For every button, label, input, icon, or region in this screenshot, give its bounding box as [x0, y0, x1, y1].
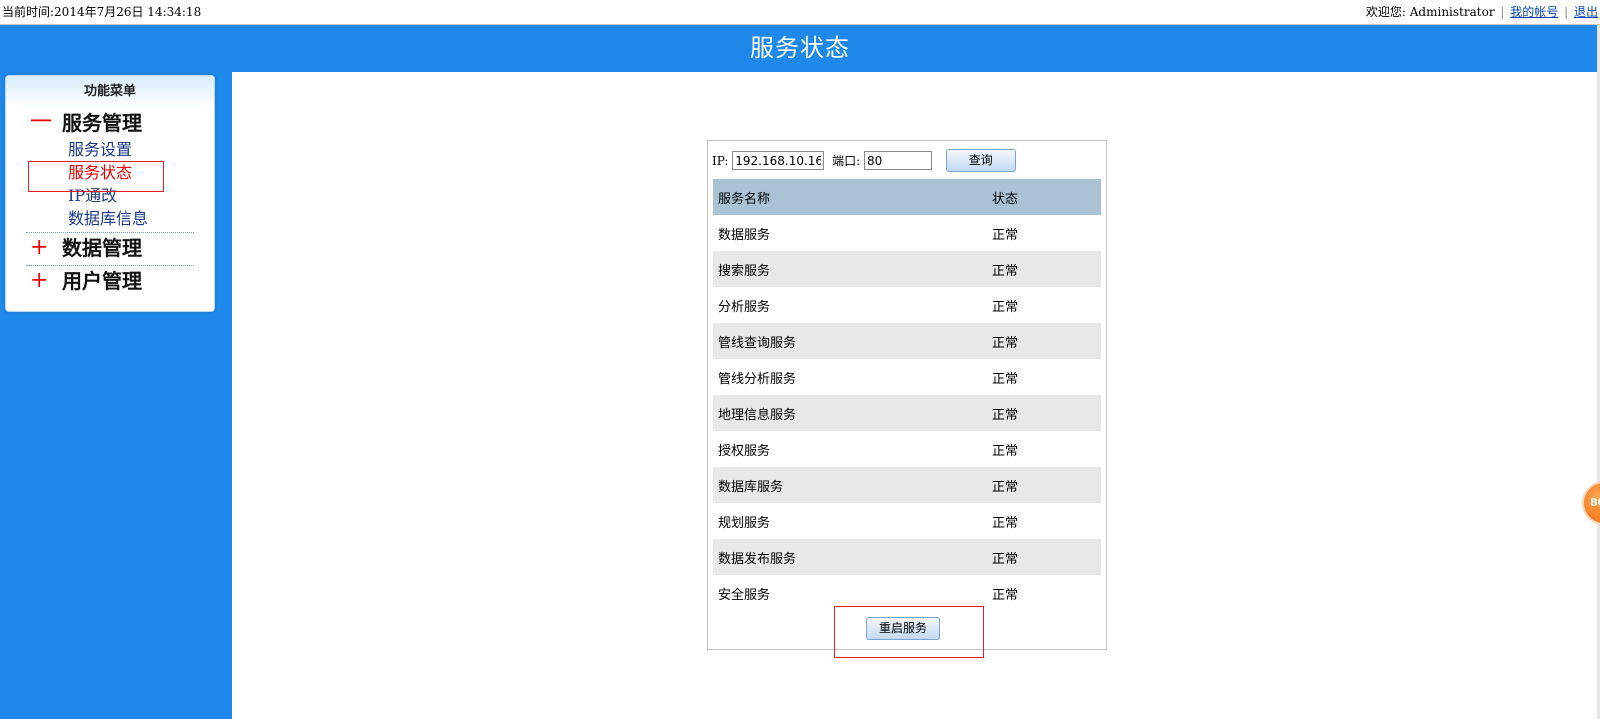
table-row: 管线分析服务 正常 [713, 359, 1101, 395]
service-name-cell: 管线查询服务 [713, 323, 987, 359]
current-time-label: 当前时间: [2, 5, 55, 19]
service-name-cell: 授权服务 [718, 443, 771, 459]
service-name-cell: 地理信息服务 [713, 395, 987, 431]
service-status-panel: IP: 端口: 查询 服务名称 状态 数据服务正常搜索服务正常分析服务正常管线查… [707, 140, 1107, 658]
function-menu: 功能菜单 一 服务管理 服务设置 服务状态 IP通改 数据库信息 + 数据管理 … [5, 75, 215, 312]
table-row: 数据服务 正常 [713, 215, 1101, 251]
service-status-cell: 正常 [992, 371, 1019, 387]
service-status-cell: 正常 [992, 443, 1019, 459]
table-row: 数据库服务 正常 [713, 467, 1101, 503]
service-status-cell: 正常 [987, 251, 1101, 287]
table-row: 管线查询服务 正常 [713, 323, 1101, 359]
menu-group-label: 服务管理 [62, 111, 142, 135]
query-button[interactable]: 查询 [945, 149, 1016, 172]
service-status-cell: 正常 [992, 515, 1019, 531]
table-row: 搜索服务 正常 [713, 251, 1101, 287]
service-name-cell: 数据发布服务 [713, 539, 987, 575]
menu-item-database-info[interactable]: 数据库信息 [6, 207, 214, 230]
menu-group-label: 数据管理 [62, 236, 142, 260]
separator: | [1500, 5, 1505, 19]
query-bar: IP: 端口: 查询 [712, 149, 1102, 173]
top-info-bar: 当前时间:2014年7月26日 14:34:18 欢迎您: Administra… [0, 0, 1600, 25]
restart-area: 重启服务 [834, 606, 984, 658]
my-account-link[interactable]: 我的帐号 [1510, 5, 1558, 19]
collapse-icon: 一 [30, 110, 53, 135]
service-name-cell: 搜索服务 [713, 251, 987, 287]
service-status-cell: 正常 [987, 395, 1101, 431]
username: Administrator [1409, 5, 1495, 19]
table-row: 授权服务 正常 [713, 431, 1101, 467]
expand-icon: + [30, 268, 49, 293]
service-name-cell: 管线分析服务 [718, 371, 797, 387]
sidebar: 功能菜单 一 服务管理 服务设置 服务状态 IP通改 数据库信息 + 数据管理 … [0, 72, 232, 719]
menu-item-service-settings[interactable]: 服务设置 [6, 138, 214, 161]
service-name-cell: 数据服务 [718, 227, 771, 243]
current-time-value: 2014年7月26日 14:34:18 [54, 5, 202, 19]
column-header-service-name: 服务名称 [713, 179, 987, 215]
menu-group-service-management[interactable]: 一 服务管理 [6, 108, 214, 138]
menu-group-data-management[interactable]: + 数据管理 [6, 233, 214, 263]
service-status-cell: 正常 [992, 587, 1019, 603]
menu-title: 功能菜单 [6, 76, 214, 108]
welcome-label: 欢迎您: [1365, 5, 1406, 19]
service-status-cell: 正常 [987, 539, 1101, 575]
menu-item-ip-change[interactable]: IP通改 [6, 184, 214, 207]
menu-group-items: 服务设置 服务状态 IP通改 数据库信息 [6, 138, 214, 230]
menu-group-user-management[interactable]: + 用户管理 [6, 266, 214, 296]
table-row: 数据发布服务 正常 [713, 539, 1101, 575]
page: 当前时间:2014年7月26日 14:34:18 欢迎您: Administra… [0, 0, 1600, 719]
service-status-cell: 正常 [987, 467, 1101, 503]
service-name-cell: 规划服务 [718, 515, 771, 531]
page-title: 服务状态 [750, 34, 850, 62]
table-row: 地理信息服务 正常 [713, 395, 1101, 431]
menu-group-label: 用户管理 [62, 269, 142, 293]
page-title-banner: 服务状态 [0, 25, 1600, 72]
service-status-cell: 正常 [987, 323, 1101, 359]
ip-input[interactable] [732, 151, 825, 170]
current-time: 当前时间:2014年7月26日 14:34:18 [2, 0, 201, 24]
menu-item-service-status[interactable]: 服务状态 [6, 161, 214, 184]
port-input[interactable] [863, 151, 932, 170]
port-label: 端口: [832, 153, 861, 168]
service-name-cell: 数据库服务 [713, 467, 987, 503]
ip-label: IP: [712, 153, 729, 168]
restart-service-button[interactable]: 重启服务 [866, 617, 940, 640]
separator: | [1564, 5, 1569, 19]
table-header-row: 服务名称 状态 [713, 179, 1101, 215]
table-row: 分析服务 正常 [713, 287, 1101, 323]
service-status-cell: 正常 [992, 299, 1019, 315]
column-header-status: 状态 [987, 179, 1101, 215]
floating-badge[interactable]: 80 [1582, 481, 1600, 525]
service-name-cell: 分析服务 [718, 299, 771, 315]
user-area: 欢迎您: Administrator | 我的帐号 | 退出 [1366, 0, 1598, 24]
table-row: 规划服务 正常 [713, 503, 1101, 539]
service-table: 服务名称 状态 数据服务 正常 搜索服务 正常 分析服务 正常 管线查询服务 正常 管线分析服务… [713, 179, 1101, 611]
expand-icon: + [30, 235, 49, 260]
logout-link[interactable]: 退出 [1574, 5, 1598, 19]
service-status-cell: 正常 [992, 227, 1019, 243]
table-body: 数据服务 正常 搜索服务 正常 分析服务 正常 管线查询服务 正常 管线分析服务 正常 地理信息服务… [713, 215, 1101, 611]
